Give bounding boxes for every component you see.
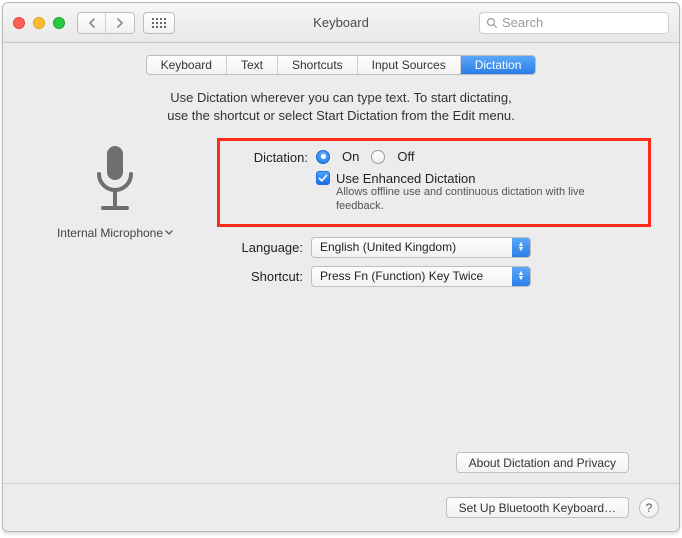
tab-dictation[interactable]: Dictation bbox=[461, 56, 536, 74]
zoom-window-button[interactable] bbox=[53, 17, 65, 29]
about-dictation-button[interactable]: About Dictation and Privacy bbox=[456, 452, 629, 473]
microphone-label: Internal Microphone bbox=[57, 226, 163, 240]
tab-text[interactable]: Text bbox=[227, 56, 278, 74]
enhanced-subtitle: Allows offline use and continuous dictat… bbox=[336, 186, 616, 214]
dictation-on-radio[interactable] bbox=[316, 150, 330, 164]
preferences-window: Keyboard Search Keyboard Text Shortcuts … bbox=[2, 2, 680, 532]
tab-input-sources[interactable]: Input Sources bbox=[358, 56, 461, 74]
chevron-down-icon bbox=[165, 230, 173, 236]
shortcut-label: Shortcut: bbox=[217, 269, 303, 284]
dictation-off-label: Off bbox=[397, 149, 414, 164]
search-icon bbox=[486, 17, 498, 29]
tabs-row: Keyboard Text Shortcuts Input Sources Di… bbox=[3, 43, 679, 85]
dictation-off-radio[interactable] bbox=[371, 150, 385, 164]
language-value: English (United Kingdom) bbox=[320, 240, 456, 254]
shortcut-row: Shortcut: Press Fn (Function) Key Twice … bbox=[217, 266, 651, 287]
language-select[interactable]: English (United Kingdom) ▲▼ bbox=[311, 237, 531, 258]
enhanced-dictation-checkbox[interactable] bbox=[316, 171, 330, 185]
dictation-row: Dictation: On Off bbox=[230, 149, 638, 165]
dictation-label: Dictation: bbox=[230, 149, 308, 165]
language-label: Language: bbox=[217, 240, 303, 255]
tab-bar: Keyboard Text Shortcuts Input Sources Di… bbox=[146, 55, 537, 75]
close-window-button[interactable] bbox=[13, 17, 25, 29]
body-row: Internal Microphone Dictation: On Off bbox=[31, 138, 651, 295]
question-icon: ? bbox=[646, 501, 653, 515]
check-icon bbox=[318, 174, 328, 183]
microphone-column: Internal Microphone bbox=[31, 144, 199, 240]
dictation-on-label: On bbox=[342, 149, 359, 164]
forward-button[interactable] bbox=[106, 13, 134, 33]
enhanced-row: Use Enhanced Dictation Allows offline us… bbox=[316, 171, 638, 214]
show-all-button[interactable] bbox=[143, 12, 175, 34]
highlighted-region: Dictation: On Off Use Enha bbox=[217, 138, 651, 227]
microphone-icon bbox=[87, 144, 143, 218]
microphone-selector[interactable]: Internal Microphone bbox=[57, 226, 173, 240]
dictation-radio-group: On Off bbox=[316, 149, 414, 164]
back-button[interactable] bbox=[78, 13, 106, 33]
select-stepper-icon: ▲▼ bbox=[512, 267, 530, 286]
settings-column: Dictation: On Off Use Enha bbox=[217, 138, 651, 295]
setup-bluetooth-keyboard-button[interactable]: Set Up Bluetooth Keyboard… bbox=[446, 497, 629, 518]
titlebar: Keyboard Search bbox=[3, 3, 679, 43]
select-stepper-icon: ▲▼ bbox=[512, 238, 530, 257]
content-area: Use Dictation wherever you can type text… bbox=[3, 85, 679, 483]
search-placeholder: Search bbox=[502, 15, 543, 30]
enhanced-text: Use Enhanced Dictation Allows offline us… bbox=[336, 171, 616, 214]
nav-back-forward bbox=[77, 12, 135, 34]
chevron-left-icon bbox=[88, 18, 96, 28]
grid-icon bbox=[152, 18, 166, 28]
enhanced-title: Use Enhanced Dictation bbox=[336, 171, 616, 186]
minimize-window-button[interactable] bbox=[33, 17, 45, 29]
tab-shortcuts[interactable]: Shortcuts bbox=[278, 56, 358, 74]
chevron-right-icon bbox=[116, 18, 124, 28]
help-button[interactable]: ? bbox=[639, 498, 659, 518]
footer: Set Up Bluetooth Keyboard… ? bbox=[3, 483, 679, 531]
tab-keyboard[interactable]: Keyboard bbox=[147, 56, 227, 74]
intro-text: Use Dictation wherever you can type text… bbox=[31, 89, 651, 124]
window-controls bbox=[13, 17, 65, 29]
search-field[interactable]: Search bbox=[479, 12, 669, 34]
shortcut-value: Press Fn (Function) Key Twice bbox=[320, 269, 483, 283]
about-row: About Dictation and Privacy bbox=[31, 452, 651, 483]
shortcut-select[interactable]: Press Fn (Function) Key Twice ▲▼ bbox=[311, 266, 531, 287]
language-row: Language: English (United Kingdom) ▲▼ bbox=[217, 237, 651, 258]
